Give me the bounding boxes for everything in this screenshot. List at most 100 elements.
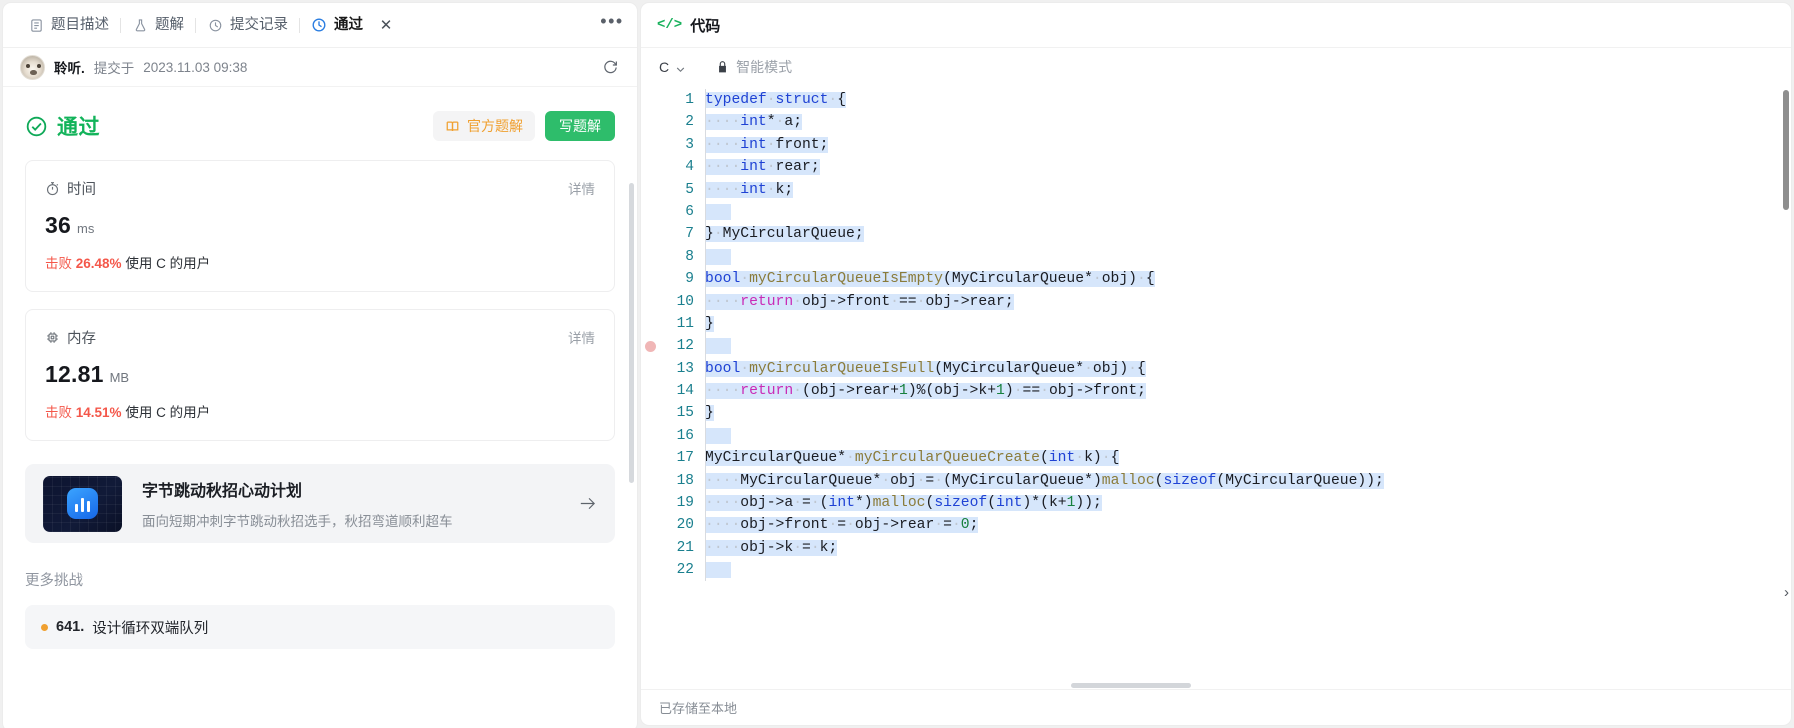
code-line[interactable]: }·MyCircularQueue;	[705, 223, 1791, 245]
line-number-gutter: 1 2 3 4 5 6 7 8 9 10 11 12 13 14 15 16 17 18 19 20 21 22	[641, 86, 705, 689]
code-line[interactable]: MyCircularQueue*·myCircularQueueCreate(i…	[705, 447, 1791, 469]
code-line[interactable]: ····obj->a·=·(int*)malloc(sizeof(int)*(k…	[705, 492, 1791, 514]
challenge-name: 设计循环双端队列	[92, 620, 209, 637]
stat-title: 时间	[67, 181, 96, 198]
code-line[interactable]: ····int·rear;	[705, 156, 1791, 178]
left-panel-scrollbar[interactable]	[629, 183, 634, 483]
submission-timestamp: 2023.11.03 09:38	[143, 59, 248, 75]
refresh-icon[interactable]	[599, 56, 621, 78]
lock-icon	[716, 60, 729, 74]
promo-thumbnail	[43, 475, 122, 532]
breakpoint-icon[interactable]	[645, 341, 656, 353]
code-line[interactable]	[705, 201, 1791, 223]
code-line[interactable]: ····obj->front·=·obj->rear·=·0;	[705, 514, 1791, 536]
line-number: 14	[676, 383, 694, 400]
code-line[interactable]: bool·myCircularQueueIsEmpty(MyCircularQu…	[705, 268, 1791, 290]
line-number: 10	[676, 293, 694, 310]
code-line[interactable]: bool·myCircularQueueIsFull(MyCircularQue…	[705, 358, 1791, 380]
tab-bar: 题目描述 题解 提交记录 通过 ✕ •••	[3, 3, 637, 48]
stat-detail-link[interactable]: 详情	[568, 178, 595, 198]
line-number: 17	[676, 450, 694, 467]
code-line[interactable]	[705, 335, 1791, 357]
code-line[interactable]: }	[705, 313, 1791, 335]
arrow-right-icon[interactable]	[577, 493, 599, 515]
tab-accepted[interactable]: 通过 ✕	[300, 10, 406, 40]
history-icon	[311, 17, 327, 33]
stat-card-time: 时间 详情 36 ms 击败 26.48% 使用 C 的用户	[25, 160, 615, 292]
line-number: 15	[676, 405, 694, 422]
timer-icon	[45, 181, 60, 196]
stat-unit: MB	[109, 370, 130, 385]
code-line[interactable]: ····MyCircularQueue*·obj·=·(MyCircularQu…	[705, 470, 1791, 492]
challenge-number: 641.	[56, 619, 85, 635]
beat-prefix: 击败	[45, 405, 72, 420]
line-number: 18	[676, 472, 694, 489]
code-editor[interactable]: 1 2 3 4 5 6 7 8 9 10 11 12 13 14 15 16 17 18 19 20 21 22 type…	[641, 86, 1791, 689]
write-solution-label: 写题解	[559, 118, 601, 134]
code-line[interactable]: ····int·front;	[705, 134, 1791, 156]
language-bar: C 智能模式	[641, 48, 1791, 86]
stat-beat-row: 击败 14.51% 使用 C 的用户	[45, 401, 595, 421]
line-number: 4	[685, 159, 694, 176]
code-content[interactable]: typedef·struct·{····int*·a; ····int·front…	[705, 86, 1791, 689]
line-number: 6	[685, 203, 694, 220]
submission-panel: 题目描述 题解 提交记录 通过 ✕ ••• 聆听. 提交于 2023.11.03…	[3, 3, 637, 728]
app-root: 题目描述 题解 提交记录 通过 ✕ ••• 聆听. 提交于 2023.11.03…	[0, 0, 1794, 728]
code-line[interactable]	[705, 246, 1791, 268]
code-line[interactable]: ····obj->k·=·k;	[705, 537, 1791, 559]
result-status: 通过	[57, 116, 100, 139]
list-item[interactable]: 641. 设计循环双端队列	[25, 605, 615, 649]
code-line[interactable]: }	[705, 402, 1791, 424]
promo-title: 字节跳动秋招心动计划	[142, 483, 303, 500]
line-number: 2	[685, 114, 694, 131]
line-number: 22	[676, 562, 694, 579]
more-challenges-heading: 更多挑战	[25, 573, 83, 589]
line-number: 5	[685, 181, 694, 198]
more-options-icon[interactable]: •••	[599, 11, 625, 38]
tab-solution[interactable]: 题解	[121, 10, 195, 40]
stat-unit: ms	[76, 221, 95, 236]
submission-username[interactable]: 聆听.	[54, 57, 85, 77]
promo-banner[interactable]: 字节跳动秋招心动计划 面向短期冲刺字节跳动秋招选手，秋招弯道顺利超车	[25, 464, 615, 543]
line-number: 1	[685, 92, 694, 108]
stat-header: 内存 详情	[45, 327, 595, 347]
line-number: 11	[676, 315, 694, 332]
smart-mode-label: 智能模式	[736, 59, 793, 75]
code-line[interactable]: ····return·obj->front·==·obj->rear;	[705, 291, 1791, 313]
tab-description[interactable]: 题目描述	[17, 10, 120, 40]
line-number: 21	[676, 539, 694, 556]
stat-value: 36	[45, 212, 71, 238]
collapse-arrow-icon[interactable]: ›	[1784, 584, 1789, 601]
difficulty-dot-icon	[41, 623, 48, 631]
beat-prefix: 击败	[45, 256, 72, 271]
write-solution-button[interactable]: 写题解	[545, 111, 615, 141]
line-number: 12	[641, 335, 705, 357]
code-line[interactable]: ····int·k;	[705, 179, 1791, 201]
submission-body: 通过 官方题解 写题解 时间 详情 36 ms 击败 26.48% 使用 C 的…	[3, 87, 637, 728]
submission-meta-bar: 聆听. 提交于 2023.11.03 09:38	[3, 48, 637, 87]
code-horizontal-scrollbar[interactable]	[1071, 683, 1191, 688]
code-vertical-scrollbar[interactable]	[1783, 90, 1789, 210]
smart-mode-toggle[interactable]: 智能模式	[716, 57, 792, 77]
stat-detail-link[interactable]: 详情	[568, 327, 595, 347]
language-selector[interactable]: C	[659, 59, 686, 75]
stat-beat-row: 击败 26.48% 使用 C 的用户	[45, 252, 595, 272]
tab-label: 提交记录	[230, 16, 288, 33]
close-icon[interactable]: ✕	[377, 16, 395, 34]
official-solution-label: 官方题解	[467, 118, 523, 134]
tab-submissions[interactable]: 提交记录	[196, 10, 299, 40]
avatar[interactable]	[20, 54, 45, 80]
code-line[interactable]	[705, 425, 1791, 447]
code-line[interactable]: ····int*·a;	[705, 111, 1791, 133]
code-brackets-icon: </>	[657, 17, 683, 33]
document-icon	[28, 17, 44, 33]
code-line[interactable]	[705, 559, 1791, 581]
official-solution-button[interactable]: 官方题解	[433, 111, 535, 141]
check-circle-icon	[25, 115, 48, 138]
stat-title: 内存	[67, 330, 96, 347]
code-line[interactable]: typedef·struct·{	[705, 89, 1791, 111]
submission-submitted-label: 提交于	[93, 61, 135, 76]
language-label: C	[659, 59, 670, 75]
code-line[interactable]: ····return·(obj->rear+1)%(obj->k+1)·==·o…	[705, 380, 1791, 402]
flask-icon	[132, 17, 148, 33]
